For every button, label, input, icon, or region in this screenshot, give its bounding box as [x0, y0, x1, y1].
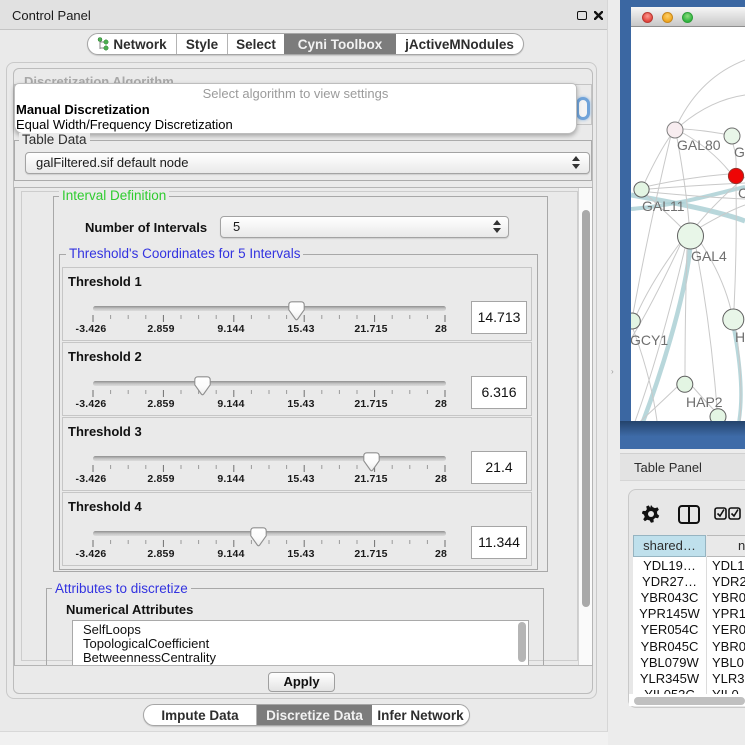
svg-text:HAP2: HAP2 [686, 394, 723, 410]
svg-text:C: C [738, 185, 745, 201]
svg-text:GA: GA [734, 144, 745, 160]
svg-text:GAL11: GAL11 [642, 198, 685, 214]
svg-text:H: H [735, 329, 745, 345]
svg-text:GAL80: GAL80 [677, 137, 721, 153]
svg-text:GAL4: GAL4 [691, 248, 727, 264]
svg-text:GCY1: GCY1 [631, 332, 668, 348]
